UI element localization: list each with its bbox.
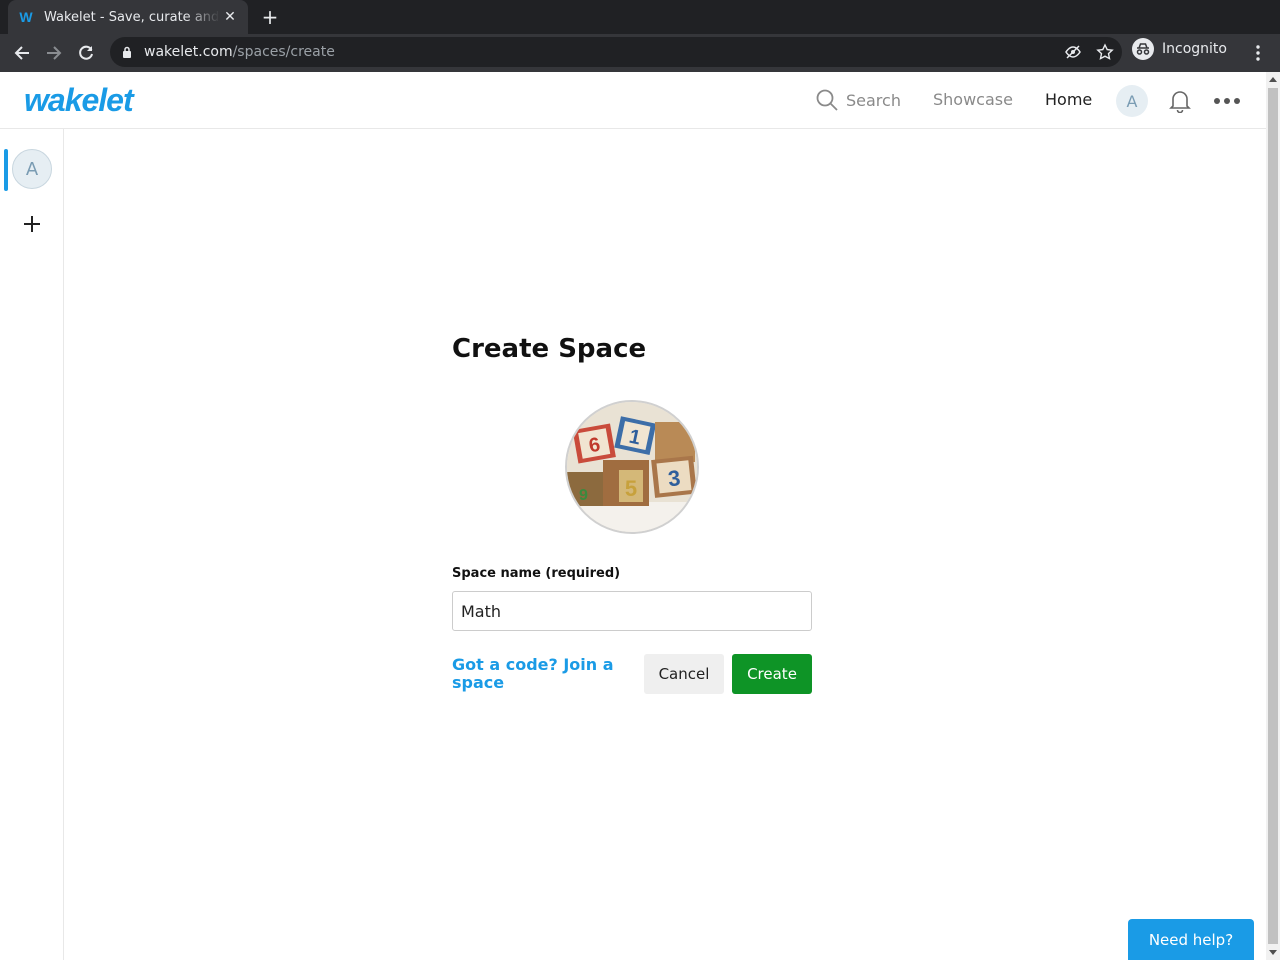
spaces-sidebar: A bbox=[0, 129, 64, 960]
cancel-button[interactable]: Cancel bbox=[644, 654, 724, 694]
need-help-button[interactable]: Need help? bbox=[1128, 919, 1254, 960]
join-space-link[interactable]: Got a code? Join a space bbox=[452, 656, 622, 692]
browser-tab[interactable]: W Wakelet - Save, curate and share ✕ bbox=[8, 0, 248, 34]
page-scrollbar[interactable] bbox=[1266, 72, 1280, 960]
create-button[interactable]: Create bbox=[732, 654, 812, 694]
tab-title: Wakelet - Save, curate and share bbox=[44, 9, 220, 25]
back-icon[interactable] bbox=[8, 39, 36, 67]
close-tab-icon[interactable]: ✕ bbox=[222, 9, 238, 25]
new-tab-icon[interactable]: + bbox=[258, 5, 282, 29]
incognito-indicator[interactable]: Incognito bbox=[1132, 38, 1227, 60]
lock-icon bbox=[123, 46, 131, 58]
space-name-label: Space name (required) bbox=[452, 566, 621, 581]
showcase-link[interactable]: Showcase bbox=[933, 90, 1013, 109]
eye-off-icon[interactable] bbox=[1064, 43, 1082, 61]
scroll-down-arrow-icon[interactable] bbox=[1269, 950, 1277, 955]
user-avatar[interactable]: A bbox=[1116, 85, 1148, 117]
personal-space-avatar[interactable]: A bbox=[12, 149, 52, 189]
url-path: /spaces/create bbox=[232, 44, 335, 60]
search-button[interactable]: Search bbox=[816, 89, 901, 111]
incognito-icon bbox=[1132, 38, 1154, 60]
scrollbar-thumb[interactable] bbox=[1268, 88, 1278, 944]
notifications-bell-icon[interactable] bbox=[1169, 89, 1191, 114]
forward-icon[interactable] bbox=[40, 39, 68, 67]
url-text: wakelet.com/spaces/create bbox=[144, 44, 335, 60]
page-content: wakelet Search Showcase Home A A Create … bbox=[0, 72, 1266, 960]
svg-text:3: 3 bbox=[667, 465, 682, 491]
search-icon bbox=[816, 89, 838, 111]
wakelet-logo[interactable]: wakelet bbox=[24, 82, 134, 119]
space-name-input[interactable] bbox=[452, 591, 812, 631]
star-icon[interactable] bbox=[1096, 43, 1114, 61]
svg-text:9: 9 bbox=[579, 487, 588, 504]
page-title: Create Space bbox=[452, 334, 647, 364]
url-domain: wakelet.com bbox=[144, 44, 233, 60]
browser-toolbar: wakelet.com/spaces/create Incognito bbox=[0, 34, 1280, 72]
browser-menu-icon[interactable] bbox=[1250, 43, 1266, 63]
site-header: wakelet Search Showcase Home A bbox=[0, 72, 1266, 129]
wakelet-favicon-icon: W bbox=[19, 9, 33, 25]
svg-text:5: 5 bbox=[625, 476, 637, 501]
active-space-indicator bbox=[4, 149, 8, 191]
space-cover-image[interactable]: 6 1 3 5 9 bbox=[565, 400, 699, 534]
scroll-up-arrow-icon[interactable] bbox=[1269, 77, 1277, 82]
add-space-icon[interactable] bbox=[20, 212, 44, 236]
browser-tab-strip: W Wakelet - Save, curate and share ✕ + bbox=[0, 0, 1280, 34]
incognito-label: Incognito bbox=[1162, 41, 1227, 57]
home-link[interactable]: Home bbox=[1045, 90, 1092, 109]
address-bar[interactable]: wakelet.com/spaces/create bbox=[110, 37, 1122, 67]
more-options-icon[interactable] bbox=[1214, 98, 1240, 104]
reload-icon[interactable] bbox=[72, 39, 100, 67]
create-space-form: Create Space 6 1 3 5 9 Space name (requi… bbox=[452, 334, 812, 694]
search-label: Search bbox=[846, 90, 901, 110]
